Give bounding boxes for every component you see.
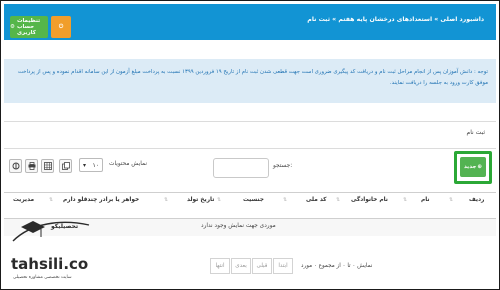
column-header-national-id[interactable]: کد ملی — [306, 197, 327, 203]
table-info: نمایش ۰ تا ۰ از مجموع ۰ مورد — [301, 263, 373, 269]
pdf-icon — [12, 162, 19, 170]
watermark-logo: تحصیلیکو tahsili.co سایت تخصصی مشاوره تح… — [7, 209, 103, 287]
logout-button[interactable]: ⏻ — [51, 16, 71, 38]
watermark-domain: tahsili.co — [11, 255, 89, 273]
pagination-last[interactable]: انتها — [210, 258, 230, 274]
chevron-down-icon: ▾ — [83, 161, 87, 169]
new-record-button[interactable]: جدید ⊕ — [460, 157, 486, 177]
column-header-first-name[interactable]: نام — [421, 197, 430, 203]
page-size-select[interactable]: ▾ ۱۰ — [79, 158, 103, 172]
column-header-gender[interactable]: جنسیت — [243, 197, 264, 203]
print-icon — [28, 162, 35, 170]
column-header-row-number[interactable]: ردیف — [469, 197, 484, 203]
watermark-tagline: سایت تخصصی مشاوره تحصیلی — [13, 275, 72, 280]
copy-button[interactable] — [59, 159, 72, 173]
column-header-actions: مدیریت — [13, 197, 35, 203]
breadcrumb: داشبورد اصلی » استعدادهای درخشان پایه هف… — [307, 16, 484, 23]
account-settings-button[interactable]: ⚙ تنظیمات حساب کاربری — [10, 16, 48, 38]
pagination-next[interactable]: بعدی — [231, 258, 251, 274]
copy-icon — [61, 162, 70, 170]
header-bar: داشبورد اصلی » استعدادهای درخشان پایه هف… — [4, 4, 496, 40]
table-top-border — [4, 192, 496, 193]
column-header-birth-date[interactable]: تاریخ تولد — [187, 197, 214, 203]
notice-alert: توجه : دانش آموزان پس از انجام مراحل ثبت… — [4, 59, 496, 103]
pagination-first[interactable]: ابتدا — [273, 258, 293, 274]
sort-icon: ⇅ — [164, 197, 169, 203]
page-size-label: نمایش محتویات — [109, 161, 148, 167]
column-header-multiple-sibling[interactable]: خواهر یا برادر چندقلو دارم — [63, 197, 139, 203]
divider — [4, 121, 496, 122]
sort-icon: ⇅ — [217, 197, 222, 203]
pdf-export-button[interactable] — [9, 159, 22, 173]
search-input[interactable] — [213, 158, 269, 178]
divider — [4, 148, 496, 149]
graduation-cap-icon — [12, 221, 90, 242]
plus-icon: ⊕ — [477, 164, 482, 170]
search-label: جستجو: — [273, 163, 293, 169]
table-icon — [43, 162, 52, 170]
sort-icon: ⇅ — [49, 197, 54, 203]
sort-icon: ⇅ — [283, 197, 288, 203]
column-header-last-name[interactable]: نام خانوادگی — [351, 197, 388, 203]
sort-icon: ⇅ — [336, 197, 341, 203]
sort-icon: ⇅ — [449, 197, 454, 203]
pagination-prev[interactable]: قبلی — [252, 258, 272, 274]
page-size-value: ۱۰ — [92, 161, 99, 169]
new-button-label: جدید — [464, 164, 477, 170]
excel-export-button[interactable] — [41, 159, 54, 173]
power-icon: ⏻ — [58, 23, 64, 30]
app-window: داشبورد اصلی » استعدادهای درخشان پایه هف… — [0, 0, 500, 290]
print-button[interactable] — [25, 159, 38, 173]
section-title: ثبت نام — [466, 129, 486, 136]
empty-table-message: موردی جهت نمایش وجود ندارد — [201, 223, 276, 229]
sort-icon: ⇅ — [403, 197, 408, 203]
account-settings-label: تنظیمات حساب کاربری — [16, 18, 41, 36]
gear-icon: ⚙ — [10, 24, 15, 30]
watermark-fa-name: تحصیلیکو — [51, 223, 79, 230]
